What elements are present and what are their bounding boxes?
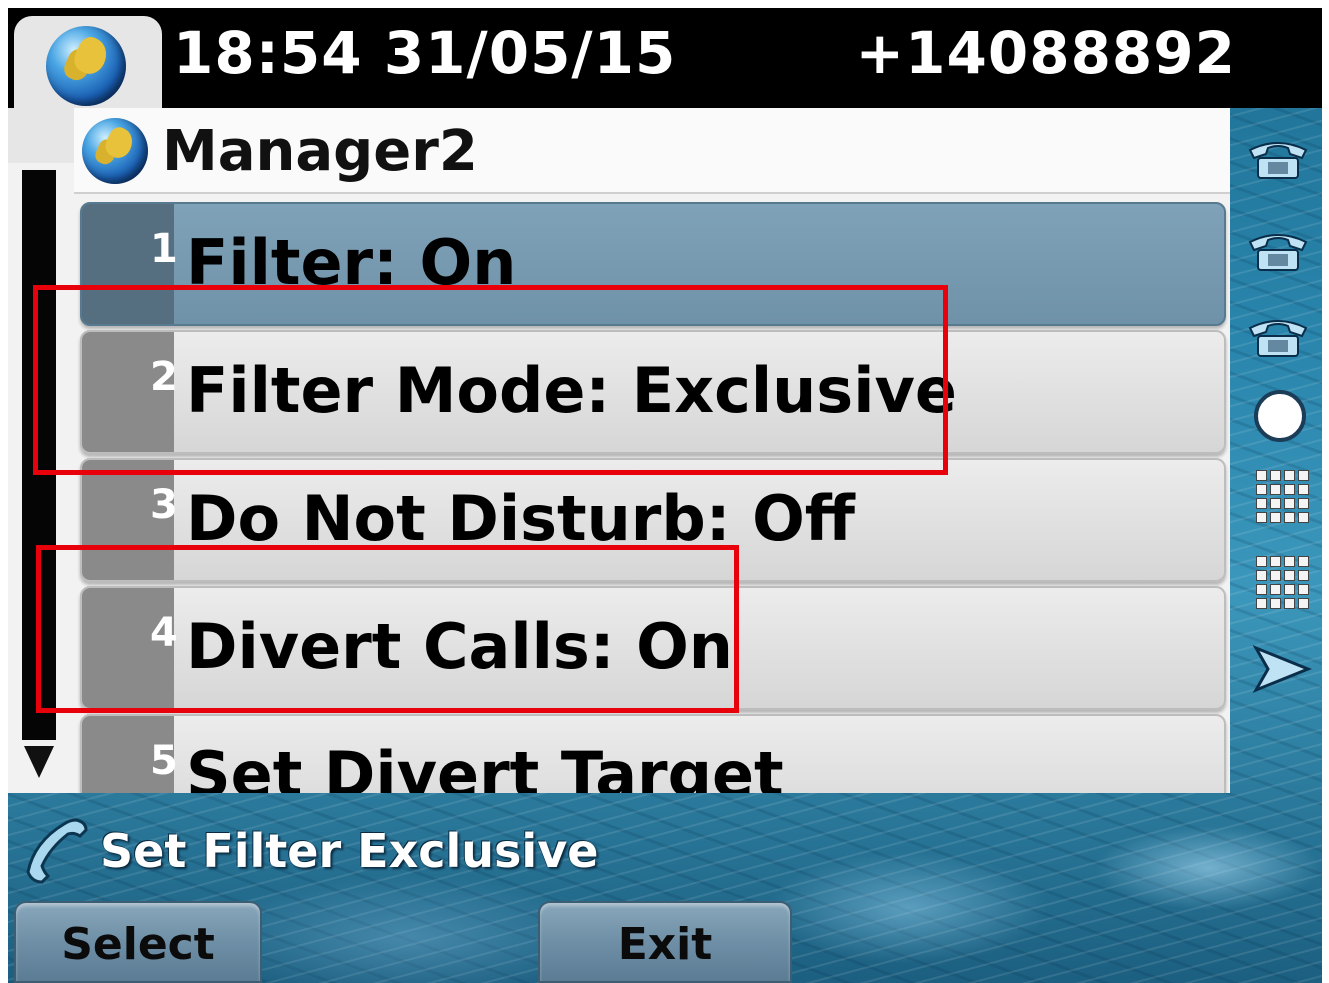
keypad-icon[interactable]: [1256, 556, 1309, 609]
phone-line-icon[interactable]: [1246, 228, 1310, 274]
phone-line-icon[interactable]: [1246, 314, 1310, 360]
status-message: Set Filter Exclusive: [100, 824, 599, 878]
menu-item-number: 5: [150, 738, 178, 784]
header-datetime: 18:54 31/05/15: [173, 19, 677, 87]
handset-icon: [26, 818, 88, 884]
menu-item-set-divert-target[interactable]: 5 Set Divert Target: [80, 714, 1226, 793]
highlight-box-filter-mode: [33, 285, 948, 475]
scroll-down-arrow-icon[interactable]: [24, 746, 54, 778]
menu-item-number-cell: 5: [82, 716, 178, 793]
home-tab[interactable]: [14, 16, 162, 116]
panel-title-row: Manager2: [74, 108, 1230, 194]
keypad-icon[interactable]: [1256, 470, 1309, 523]
circle-icon[interactable]: [1254, 390, 1306, 442]
arrow-right-icon[interactable]: [1252, 644, 1312, 694]
menu-item-label: Set Divert Target: [186, 738, 784, 793]
globe-icon: [46, 26, 126, 106]
phone-line-icon[interactable]: [1246, 136, 1310, 182]
highlight-box-divert-calls: [36, 545, 739, 713]
menu-item-number: 3: [150, 482, 178, 528]
globe-icon: [82, 118, 148, 184]
exit-softkey-label: Exit: [617, 919, 713, 970]
menu-item-number: 1: [150, 226, 178, 272]
exit-softkey[interactable]: Exit: [538, 901, 792, 983]
header-bar: 18:54 31/05/15 +14088892: [8, 8, 1322, 116]
home-tab-extension: [8, 108, 74, 163]
header-phone-number: +14088892: [855, 19, 1236, 87]
select-softkey[interactable]: Select: [14, 901, 262, 983]
phone-screen: 18:54 31/05/15 +14088892 Manager2 1 Filt…: [8, 8, 1322, 983]
status-line: Set Filter Exclusive: [8, 808, 1322, 898]
page-title: Manager2: [162, 119, 478, 184]
select-softkey-label: Select: [61, 919, 215, 970]
